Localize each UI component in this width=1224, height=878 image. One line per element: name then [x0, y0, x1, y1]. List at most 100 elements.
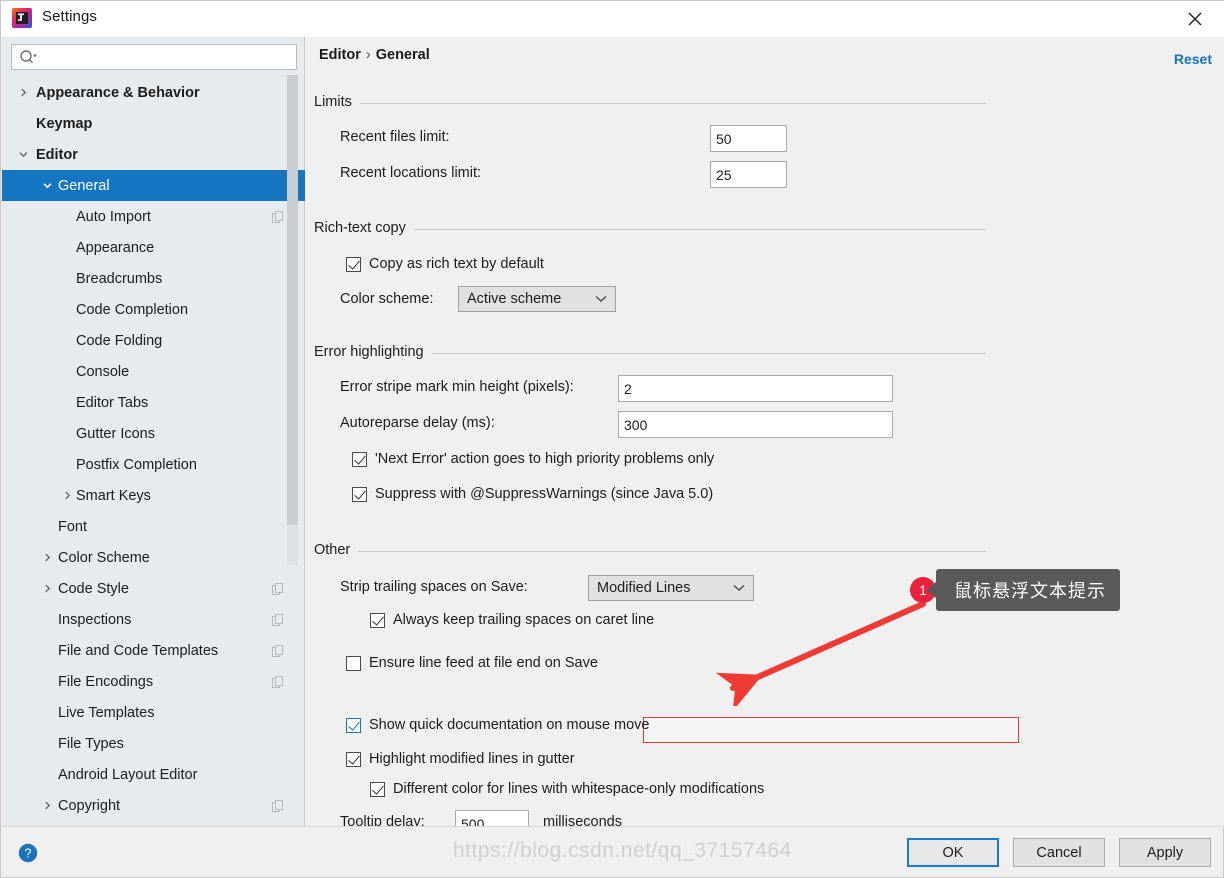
sidebar-item-label: Editor — [36, 146, 78, 163]
sidebar-scrollbar-thumb[interactable] — [287, 75, 298, 525]
copy-settings-icon — [272, 799, 284, 812]
group-divider — [314, 551, 986, 552]
copy-settings-icon — [272, 613, 284, 626]
search-input[interactable] — [11, 44, 297, 70]
sidebar-item-font[interactable]: Font — [2, 511, 305, 542]
sidebar-item-code-folding[interactable]: Code Folding — [2, 325, 305, 356]
strip-trailing-spaces-label: Strip trailing spaces on Save: — [340, 579, 528, 595]
reset-link[interactable]: Reset — [1174, 51, 1212, 67]
sidebar-item-copyright[interactable]: Copyright — [2, 790, 305, 821]
sidebar-item-label: Font — [58, 518, 88, 535]
recent-files-limit-label: Recent files limit: — [340, 129, 450, 145]
different-color-whitespace-checkbox[interactable] — [370, 781, 385, 797]
copy-settings-icon — [272, 644, 284, 657]
sidebar-item-smart-keys[interactable]: Smart Keys — [2, 480, 305, 511]
sidebar-item-code-completion[interactable]: Code Completion — [2, 294, 305, 325]
help-icon[interactable]: ? — [18, 843, 38, 863]
sidebar-item-keymap[interactable]: Keymap — [2, 108, 305, 139]
chevron-right-icon[interactable] — [60, 489, 74, 503]
strip-trailing-spaces-dropdown[interactable]: Modified Lines — [588, 575, 754, 601]
chevron-right-icon[interactable] — [40, 582, 54, 596]
sidebar-item-appearance-behavior[interactable]: Appearance & Behavior — [2, 77, 305, 108]
sidebar-item-label: File Types — [58, 735, 124, 752]
sidebar-item-gutter-icons[interactable]: Gutter Icons — [2, 418, 305, 449]
sidebar-item-color-scheme[interactable]: Color Scheme — [2, 542, 305, 573]
sidebar-item-label: Color Scheme — [58, 549, 150, 566]
color-scheme-label: Color scheme: — [340, 291, 434, 307]
chevron-down-icon[interactable] — [16, 148, 30, 162]
error-stripe-min-height-input[interactable] — [618, 375, 893, 402]
sidebar-item-editor[interactable]: Editor — [2, 139, 305, 170]
sidebar-item-file-and-code-templates[interactable]: File and Code Templates — [2, 635, 305, 666]
highlight-modified-lines-checkbox[interactable] — [346, 751, 361, 767]
sidebar-item-editor-tabs[interactable]: Editor Tabs — [2, 387, 305, 418]
breadcrumb: Editor › General — [319, 47, 430, 63]
ensure-line-feed-checkbox-row[interactable]: Ensure line feed at file end on Save — [346, 655, 598, 671]
settings-content: Editor › General Reset Limits Recent files… — [306, 37, 1224, 837]
sidebar-item-label: General — [58, 177, 110, 194]
sidebar-item-android-layout-editor[interactable]: Android Layout Editor — [2, 759, 305, 790]
sidebar-item-label: File and Code Templates — [58, 642, 219, 659]
sidebar-item-label: Gutter Icons — [76, 425, 155, 442]
search-box[interactable] — [11, 44, 297, 70]
sidebar-item-breadcrumbs[interactable]: Breadcrumbs — [2, 263, 305, 294]
always-keep-trailing-spaces-checkbox[interactable] — [370, 612, 385, 628]
sidebar-item-general[interactable]: General — [2, 170, 305, 201]
suppress-warnings-checkbox-row[interactable]: Suppress with @SuppressWarnings (since J… — [352, 486, 713, 502]
breadcrumb-root: Editor — [319, 47, 361, 63]
sidebar-item-postfix-completion[interactable]: Postfix Completion — [2, 449, 305, 480]
close-icon[interactable] — [1173, 3, 1217, 35]
different-color-whitespace-checkbox-row[interactable]: Different color for lines with whitespac… — [370, 781, 764, 797]
next-error-label: 'Next Error' action goes to high priorit… — [375, 451, 715, 467]
cancel-button[interactable]: Cancel — [1013, 838, 1105, 867]
next-error-checkbox[interactable] — [352, 451, 367, 467]
apply-button[interactable]: Apply — [1119, 838, 1211, 867]
sidebar-item-file-types[interactable]: File Types — [2, 728, 305, 759]
sidebar-item-live-templates[interactable]: Live Templates — [2, 697, 305, 728]
next-error-checkbox-row[interactable]: 'Next Error' action goes to high priorit… — [352, 451, 714, 467]
ensure-line-feed-label: Ensure line feed at file end on Save — [369, 655, 598, 671]
chevron-right-icon[interactable] — [16, 86, 30, 100]
sidebar-item-label: Editor Tabs — [76, 394, 149, 411]
sidebar-item-label: Copyright — [58, 797, 121, 814]
sidebar-item-label: Breadcrumbs — [76, 270, 163, 287]
sidebar-item-label: Live Templates — [58, 704, 155, 721]
chevron-right-icon[interactable] — [40, 551, 54, 565]
settings-tree[interactable]: Appearance & Behavior Keymap Editor General… — [2, 77, 305, 827]
quick-documentation-checkbox-row[interactable]: Show quick documentation on mouse move — [346, 717, 650, 733]
sidebar-item-file-encodings[interactable]: File Encodings — [2, 666, 305, 697]
group-limits-title: Limits — [314, 94, 360, 110]
sidebar-item-auto-import[interactable]: Auto Import — [2, 201, 305, 232]
always-keep-trailing-spaces-checkbox-row[interactable]: Always keep trailing spaces on caret lin… — [370, 612, 654, 628]
sidebar-item-label: Code Folding — [76, 332, 163, 349]
recent-locations-limit-input[interactable] — [710, 161, 787, 188]
recent-files-limit-input[interactable] — [710, 125, 787, 152]
chevron-right-icon[interactable] — [40, 799, 54, 813]
color-scheme-dropdown[interactable]: Active scheme — [458, 286, 616, 312]
group-error-highlighting-title: Error highlighting — [314, 344, 432, 360]
ensure-line-feed-checkbox[interactable] — [346, 655, 361, 671]
copy-settings-icon — [272, 675, 284, 688]
suppress-warnings-label: Suppress with @SuppressWarnings (since J… — [375, 486, 714, 502]
title-bar: Settings — [1, 1, 1224, 37]
strip-trailing-spaces-value: Modified Lines — [597, 580, 691, 596]
sidebar-item-code-style[interactable]: Code Style — [2, 573, 305, 604]
autoreparse-delay-input[interactable] — [618, 411, 893, 438]
sidebar-item-appearance[interactable]: Appearance — [2, 232, 305, 263]
copy-settings-icon — [272, 210, 284, 223]
ok-button[interactable]: OK — [907, 838, 999, 867]
copy-settings-icon — [272, 582, 284, 595]
chevron-down-icon[interactable] — [40, 179, 54, 193]
copy-rich-text-checkbox-row[interactable]: Copy as rich text by default — [346, 256, 544, 272]
highlight-modified-lines-checkbox-row[interactable]: Highlight modified lines in gutter — [346, 751, 575, 767]
intellij-idea-icon — [11, 7, 33, 29]
sidebar-item-inspections[interactable]: Inspections — [2, 604, 305, 635]
quick-documentation-checkbox[interactable] — [346, 717, 361, 733]
suppress-warnings-checkbox[interactable] — [352, 486, 367, 502]
recent-locations-limit-label: Recent locations limit: — [340, 165, 482, 181]
svg-text:?: ? — [25, 847, 32, 861]
sidebar-scrollbar[interactable] — [287, 75, 298, 565]
sidebar-item-console[interactable]: Console — [2, 356, 305, 387]
sidebar-item-label: Appearance — [76, 239, 155, 256]
copy-rich-text-checkbox[interactable] — [346, 256, 361, 272]
